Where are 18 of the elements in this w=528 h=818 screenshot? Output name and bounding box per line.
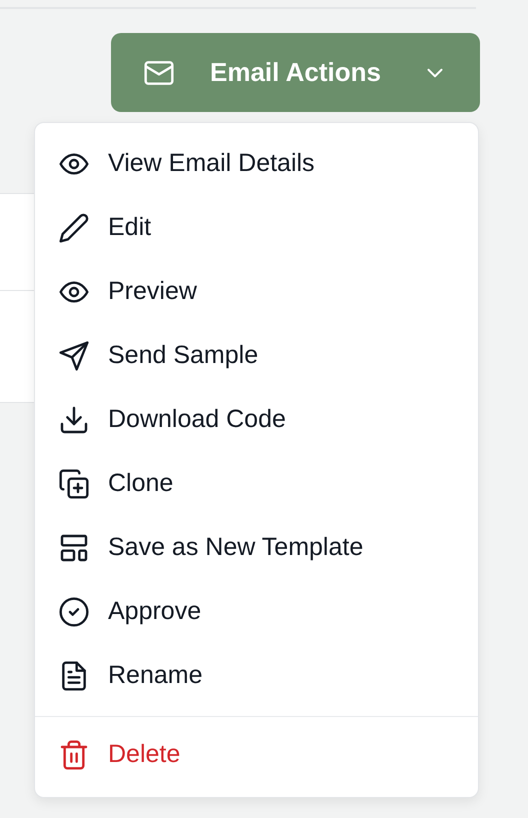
trash-icon [58, 739, 90, 771]
menu-item[interactable]: View Email Details [35, 132, 478, 196]
check-circle-icon [58, 596, 90, 628]
menu-item[interactable]: Clone [35, 452, 478, 516]
email-actions-button[interactable]: Email Actions [111, 33, 480, 112]
menu-item[interactable]: Edit [35, 196, 478, 260]
menu-item[interactable]: Approve [35, 580, 478, 644]
menu-item[interactable]: Preview [35, 260, 478, 324]
delete-menu-item[interactable]: Delete [35, 723, 478, 787]
download-icon [58, 404, 90, 436]
send-icon [58, 340, 90, 372]
menu-item[interactable]: Send Sample [35, 324, 478, 388]
pencil-icon [58, 212, 90, 244]
menu-item[interactable]: Rename [35, 644, 478, 708]
menu-item[interactable]: Save as New Template [35, 516, 478, 580]
layout-icon [58, 532, 90, 564]
copy-plus-icon [58, 468, 90, 500]
menu-item[interactable]: Download Code [35, 388, 478, 452]
